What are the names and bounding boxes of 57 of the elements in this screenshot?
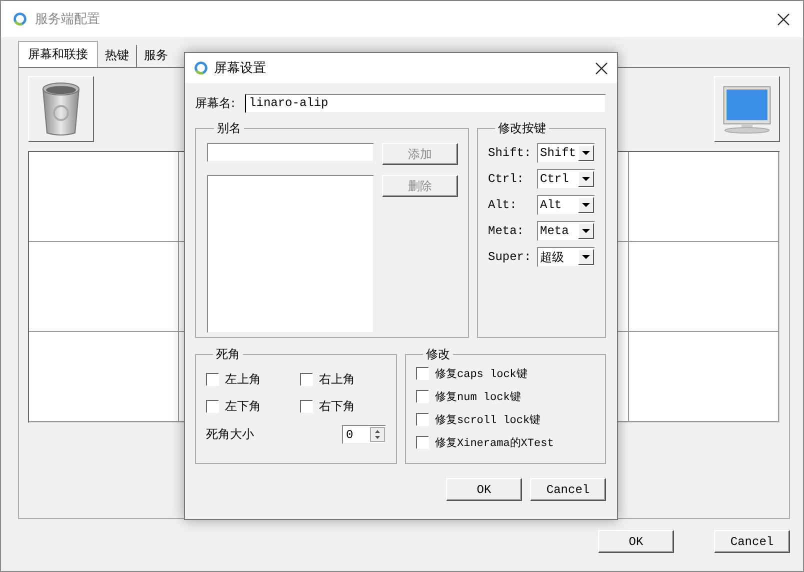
close-icon[interactable] [777,12,790,26]
modifier-label: Super: [488,250,532,264]
modifier-dropdown[interactable]: 超级 [537,247,595,267]
checkbox-label: 修复caps lock键 [435,367,528,381]
group-title: 别名 [216,120,242,137]
tab[interactable]: 热键 [98,45,137,67]
dialog-button[interactable]: OK [446,478,522,501]
alias-input-field[interactable] [207,143,374,162]
checkbox[interactable] [300,400,313,413]
window-title: 服务端配置 [35,11,101,28]
app-logo-icon [13,12,27,26]
checkbox-label: 修复num lock键 [435,390,521,404]
modifier-dropdown[interactable]: Meta [537,221,595,241]
checkbox-label: 左下角 [225,398,261,415]
modifier-dropdown[interactable]: Alt [537,195,595,215]
group-title: 修改 [425,346,451,363]
dropdown-arrow-icon [582,177,590,181]
dialog-logo-icon [194,61,208,75]
dropdown-arrow-icon [582,229,590,233]
checkbox[interactable] [300,373,313,386]
checkbox[interactable] [416,413,429,426]
checkbox[interactable] [416,390,429,403]
trash-button[interactable] [28,76,94,142]
checkbox[interactable] [416,436,429,449]
close-icon[interactable] [595,62,608,74]
modifier-label: Alt: [488,198,517,212]
checkbox[interactable] [416,367,429,380]
checkbox-label: 右上角 [319,371,355,388]
dialog-button[interactable]: OK [598,530,674,553]
group-title: 修改按键 [497,120,547,137]
checkbox-label: 修复Xinerama的XTest [435,436,554,450]
modifier-label: Shift: [488,146,532,160]
checkbox-label: 修复scroll lock键 [435,413,541,427]
modifier-label: Meta: [488,224,524,238]
dead-corner-size-label: 死角大小 [206,426,254,443]
checkbox[interactable] [206,400,219,413]
dropdown-arrow-icon [582,255,590,259]
spin-arrows-icon[interactable] [370,427,385,442]
dropdown-arrow-icon [582,151,590,155]
checkbox-label: 左上角 [225,371,261,388]
dropdown-arrow-icon [582,203,590,207]
screen-name-field[interactable]: linaro-alip [245,94,606,112]
dialog-button[interactable]: Cancel [530,478,606,501]
tab[interactable]: 服务 [137,45,170,67]
screen-name-label: 屏幕名: [195,94,236,112]
size-spinbox[interactable]: 0 [342,425,386,444]
modifier-label: Ctrl: [488,172,524,186]
modifier-dropdown[interactable]: Ctrl [537,169,595,189]
checkbox[interactable] [206,373,219,386]
trash-bin-icon [41,81,81,137]
monitor-button[interactable] [714,76,780,142]
modifier-dropdown[interactable]: Shift [537,143,595,163]
checkbox-label: 右下角 [319,398,355,415]
dialog-button[interactable]: Cancel [714,530,790,553]
tab[interactable]: 屏幕和联接 [18,41,98,67]
group-title: 死角 [215,346,241,363]
dialog-title: 屏幕设置 [214,60,267,77]
